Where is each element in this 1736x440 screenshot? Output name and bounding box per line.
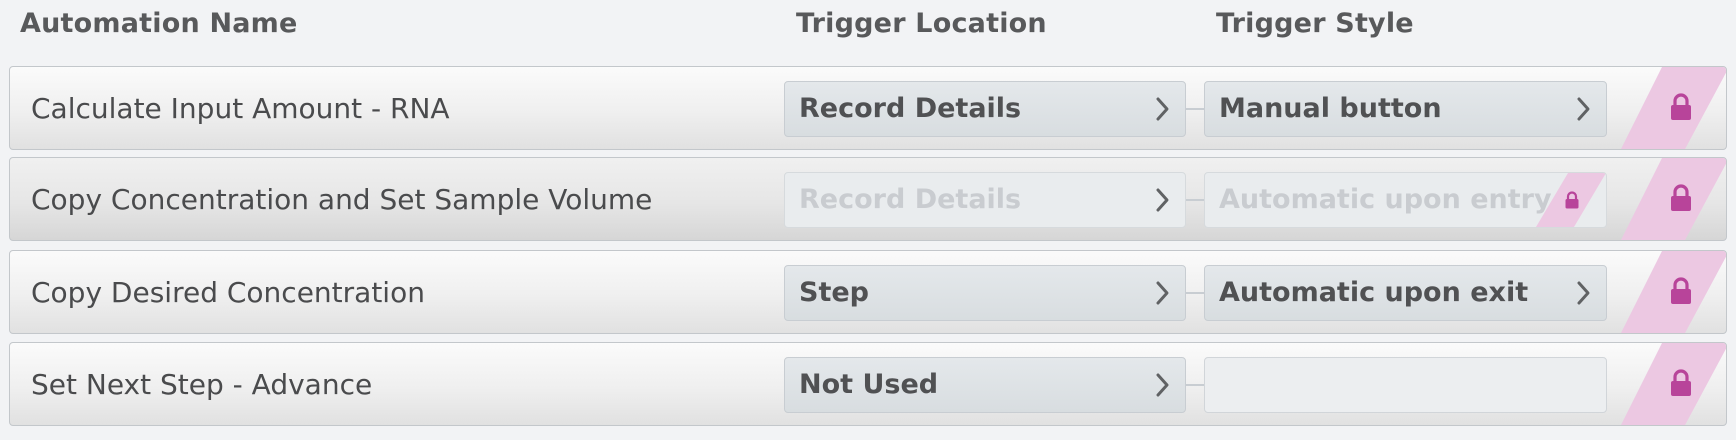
- automation-name: Set Next Step - Advance: [31, 368, 373, 401]
- column-header-automation-name: Automation Name: [20, 8, 298, 39]
- connector-line: [1186, 292, 1204, 294]
- lock-icon: [1565, 191, 1579, 209]
- automation-name: Calculate Input Amount - RNA: [31, 92, 450, 125]
- automation-row[interactable]: Calculate Input Amount - RNA Record Deta…: [9, 66, 1727, 150]
- trigger-location-value: Record Details: [799, 93, 1022, 124]
- locked-indicator: [1620, 343, 1726, 425]
- trigger-style-select[interactable]: Automatic upon entry: [1204, 172, 1607, 228]
- lock-icon: [1671, 93, 1691, 120]
- trigger-style-value: Automatic upon exit: [1219, 277, 1529, 308]
- locked-indicator: [1620, 67, 1726, 149]
- chevron-right-icon: [1572, 82, 1594, 136]
- locked-indicator: [1536, 173, 1606, 227]
- connector-line: [1186, 199, 1204, 201]
- locked-indicator: [1620, 158, 1726, 240]
- trigger-location-select[interactable]: Record Details: [784, 172, 1186, 228]
- chevron-right-icon: [1151, 358, 1173, 412]
- chevron-right-icon: [1151, 82, 1173, 136]
- trigger-location-select[interactable]: Step: [784, 265, 1186, 321]
- table-header: Automation Name Trigger Location Trigger…: [0, 0, 1736, 66]
- column-header-trigger-style: Trigger Style: [1216, 8, 1414, 39]
- trigger-location-value: Not Used: [799, 369, 939, 400]
- trigger-style-value: Automatic upon entry: [1219, 184, 1552, 215]
- trigger-style-select[interactable]: Manual button: [1204, 81, 1607, 137]
- automation-row[interactable]: Set Next Step - Advance Not Used: [9, 342, 1727, 426]
- automation-row[interactable]: Copy Concentration and Set Sample Volume…: [9, 157, 1727, 241]
- lock-icon: [1671, 369, 1691, 396]
- connector-line: [1186, 108, 1204, 110]
- trigger-style-select[interactable]: Automatic upon exit: [1204, 265, 1607, 321]
- automation-row[interactable]: Copy Desired Concentration Step Automati…: [9, 250, 1727, 334]
- chevron-right-icon: [1151, 266, 1173, 320]
- chevron-right-icon: [1572, 266, 1594, 320]
- lock-icon: [1671, 184, 1691, 211]
- connector-line: [1186, 384, 1204, 386]
- automation-name: Copy Concentration and Set Sample Volume: [31, 183, 653, 216]
- trigger-location-select[interactable]: Not Used: [784, 357, 1186, 413]
- trigger-style-value: Manual button: [1219, 93, 1442, 124]
- trigger-style-select[interactable]: [1204, 357, 1607, 413]
- automation-name: Copy Desired Concentration: [31, 276, 425, 309]
- trigger-location-select[interactable]: Record Details: [784, 81, 1186, 137]
- lock-icon: [1671, 277, 1691, 304]
- trigger-location-value: Record Details: [799, 184, 1022, 215]
- trigger-location-value: Step: [799, 277, 869, 308]
- locked-indicator: [1620, 251, 1726, 333]
- chevron-right-icon: [1151, 173, 1173, 227]
- column-header-trigger-location: Trigger Location: [796, 8, 1047, 39]
